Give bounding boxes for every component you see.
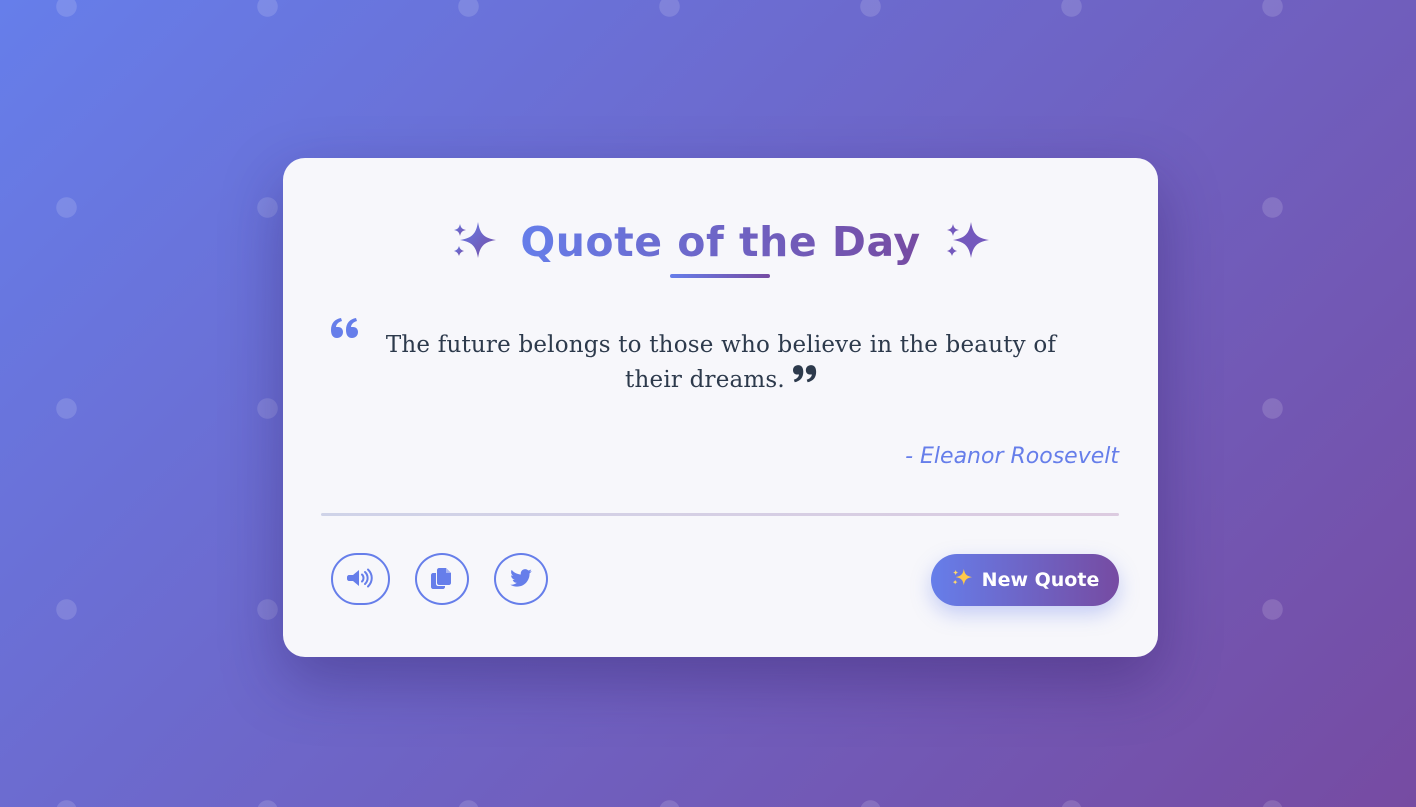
new-quote-label: New Quote xyxy=(981,569,1100,591)
new-quote-button[interactable]: New Quote xyxy=(931,554,1119,606)
quote-body: The future belongs to those who believe … xyxy=(385,332,1057,393)
card-header: Quote of the Day xyxy=(283,214,1158,270)
divider xyxy=(321,513,1119,516)
title-underline xyxy=(670,274,770,278)
quote-text: The future belongs to those who believe … xyxy=(361,328,1081,399)
twitter-icon xyxy=(510,568,532,590)
sparkles-icon xyxy=(951,568,973,593)
speak-button[interactable] xyxy=(331,553,390,605)
card-title: Quote of the Day xyxy=(520,214,920,270)
open-quote-icon xyxy=(331,318,359,345)
sparkles-icon xyxy=(943,220,991,264)
quote-card: Quote of the Day The future belongs to t… xyxy=(283,158,1158,657)
sparkles-icon xyxy=(450,220,498,264)
speaker-icon xyxy=(346,567,375,592)
tweet-button[interactable] xyxy=(494,553,548,605)
close-quote-icon xyxy=(792,360,817,395)
copy-icon xyxy=(431,567,453,592)
quote-author: - Eleanor Roosevelt xyxy=(905,444,1119,469)
copy-button[interactable] xyxy=(415,553,469,605)
